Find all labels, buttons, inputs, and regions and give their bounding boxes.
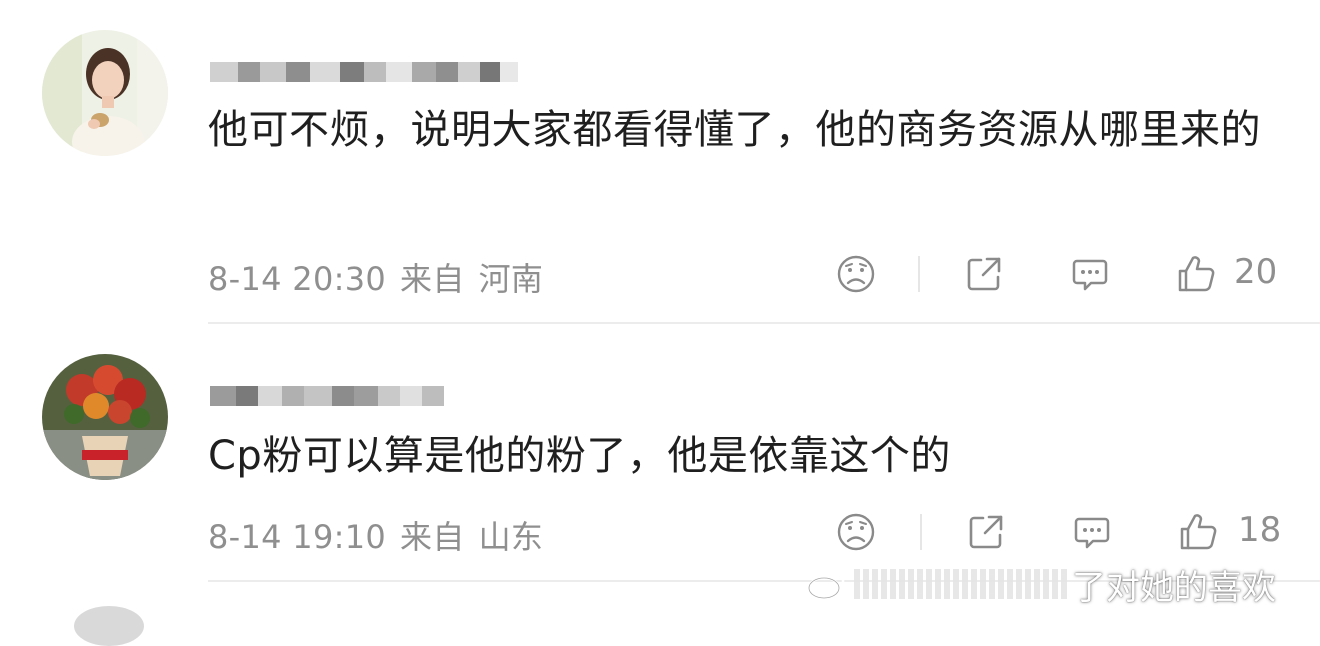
action-divider	[920, 514, 922, 550]
repost-button[interactable]	[960, 250, 1008, 298]
comment-location: 河南	[478, 260, 544, 298]
comment-button[interactable]	[1066, 250, 1114, 298]
watermark-text: 了对她的喜欢	[1072, 567, 1276, 608]
dislike-button[interactable]	[832, 508, 880, 556]
repost-button[interactable]	[962, 508, 1010, 556]
like-button[interactable]	[1172, 250, 1220, 298]
from-label: 来自	[400, 260, 465, 298]
comment-meta: 8-14 20:30 来自 河南	[208, 254, 557, 300]
frown-face-icon	[837, 255, 875, 293]
watermark-blurred-name	[854, 567, 1070, 601]
comment-time: 8-14 19:10	[208, 518, 387, 556]
thumbs-up-icon	[1178, 256, 1215, 292]
comment-button[interactable]	[1068, 508, 1116, 556]
from-label: 来自	[400, 518, 465, 556]
comment-text: Cp粉可以算是他的粉了，他是依靠这个的	[208, 433, 951, 479]
comment-item: 他可不烦，说明大家都看得懂了，他的商务资源从哪里来的 8-14 20:30 来自河…	[0, 0, 1320, 324]
thumbs-up-icon	[1180, 514, 1217, 550]
username[interactable]	[210, 366, 444, 406]
watermark: 了对她的喜欢	[806, 562, 1276, 608]
action-divider	[918, 256, 920, 292]
comment-meta: 8-14 19:10 来自 山东	[208, 512, 557, 558]
share-out-icon	[969, 515, 1003, 549]
weibo-logo-icon	[807, 570, 845, 600]
comment-bubble-icon	[1072, 259, 1108, 291]
avatar[interactable]	[42, 354, 168, 480]
like-count: 20	[1234, 252, 1278, 292]
like-button[interactable]	[1174, 508, 1222, 556]
comment-text: 他可不烦，说明大家都看得懂了，他的商务资源从哪里来的	[208, 107, 1261, 153]
comment-bubble-icon	[1074, 517, 1110, 549]
comment-item: Cp粉可以算是他的粉了，他是依靠这个的 8-14 19:10 来自 山东 18	[0, 324, 1320, 582]
like-count: 18	[1238, 510, 1282, 550]
comment-time: 8-14 20:30	[208, 260, 387, 298]
share-out-icon	[967, 257, 1001, 291]
avatar[interactable]	[42, 30, 168, 156]
dislike-button[interactable]	[832, 250, 880, 298]
avatar[interactable]	[74, 606, 144, 646]
comment-location: 山东	[478, 518, 544, 556]
username[interactable]	[210, 42, 518, 82]
frown-face-icon	[837, 513, 875, 551]
